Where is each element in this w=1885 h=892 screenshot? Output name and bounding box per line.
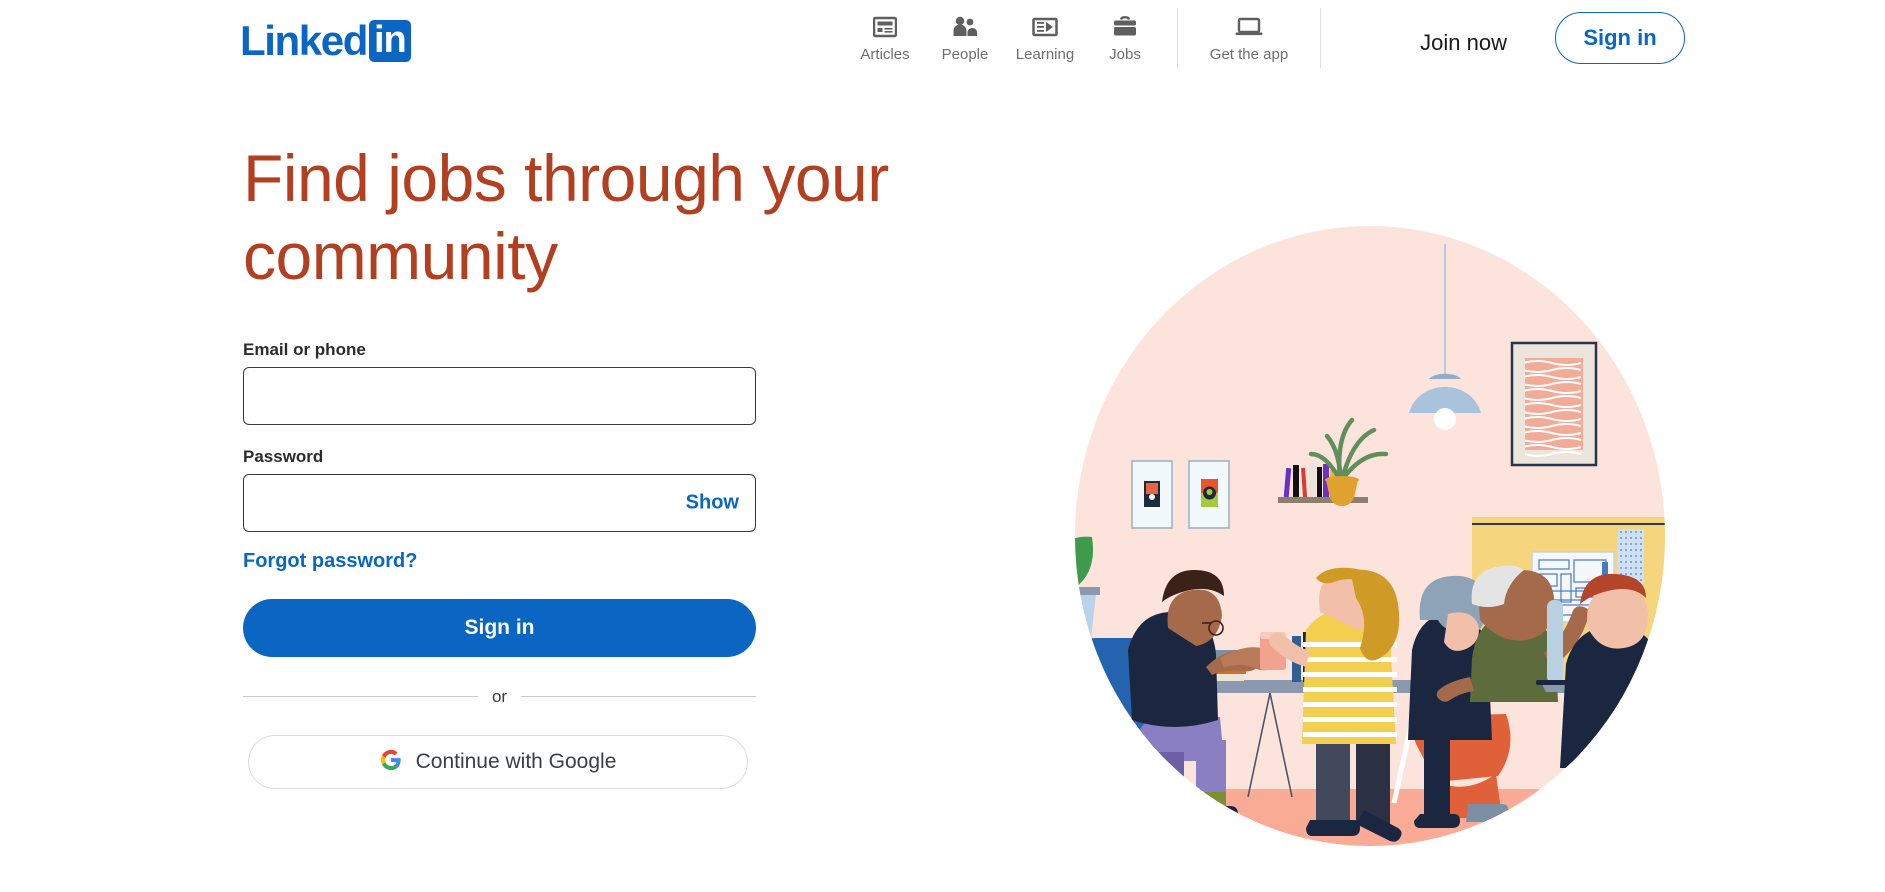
linkedin-login-page: Linked in Articles People Learning Jobs … [0,0,1885,892]
main-nav: Articles People Learning Jobs Get the ap… [845,8,1333,68]
divider-label: or [491,686,508,706]
nav-label-get-the-app: Get the app [1209,46,1289,63]
nav-item-learning[interactable]: Learning [1005,8,1085,63]
learning-icon [1032,14,1058,40]
forgot-password-link[interactable]: Forgot password? [243,550,417,573]
password-field-box[interactable]: Show [243,473,756,532]
nav-label-people: People [941,46,989,63]
divider-line-left [243,696,478,698]
field-gap [243,425,756,447]
continue-with-google-button[interactable]: Continue with Google [248,734,748,789]
logo-wordmark: Linked [240,17,368,64]
page-headline: Find jobs through your community [243,141,889,293]
join-now-button[interactable]: Join now [1404,22,1523,64]
nav-label-articles: Articles [860,46,910,63]
password-field-label: Password [243,446,324,466]
person-standing-right [1670,518,1720,842]
framed-picture-right [1188,460,1230,529]
email-field-box[interactable] [243,366,756,425]
email-field-label: Email or phone [243,339,366,359]
nav-item-jobs[interactable]: Jobs [1085,8,1165,63]
sign-in-submit-button[interactable]: Sign in [243,598,756,657]
nav-divider-right [1320,8,1321,68]
logo-in-badge: in [368,20,411,62]
nav-item-people[interactable]: People [925,8,1005,63]
password-input[interactable] [244,474,755,531]
show-password-button[interactable]: Show [686,491,739,514]
laptop-icon [1234,14,1264,40]
header-sign-in-button[interactable]: Sign in [1555,12,1685,64]
nav-item-get-the-app[interactable]: Get the app [1190,8,1308,63]
google-button-label: Continue with Google [415,749,617,773]
site-header: Linked in Articles People Learning Jobs … [0,0,1885,86]
login-form: Email or phone Password Show Forgot pass… [243,340,756,789]
nav-label-learning: Learning [1015,46,1075,63]
nav-item-articles[interactable]: Articles [845,8,925,63]
email-input[interactable] [244,367,755,424]
framed-picture-left [1131,460,1173,529]
monstera-plant [1075,536,1100,665]
wavy-wall-art [1510,341,1598,467]
nav-divider [1177,8,1178,68]
divider-line-right [521,696,756,698]
google-g-icon [380,749,402,774]
login-column: Find jobs through your community Email o… [243,140,889,789]
people-icon [952,14,978,40]
nav-label-jobs: Jobs [1109,46,1141,63]
articles-icon [873,14,897,40]
briefcase-icon [1112,14,1138,40]
coworking-office-illustration [1020,180,1720,892]
linkedin-logo[interactable]: Linked in [240,20,411,62]
divider-or: or [243,687,756,707]
